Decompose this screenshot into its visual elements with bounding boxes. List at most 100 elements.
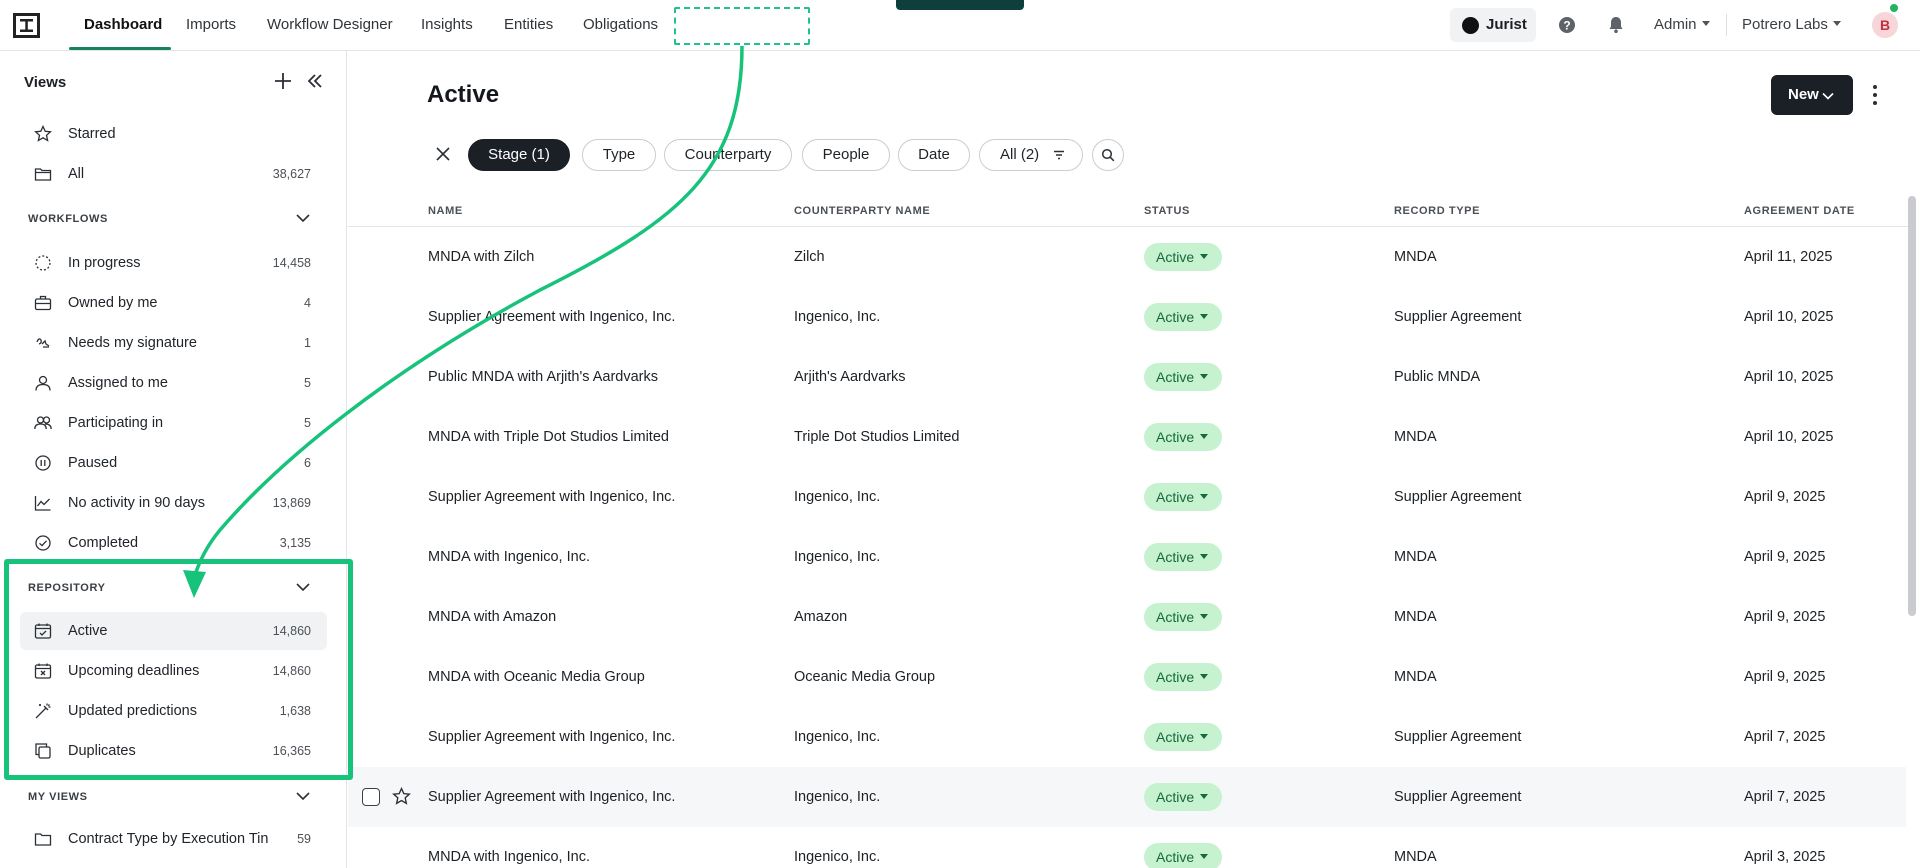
org-switcher[interactable]: Potrero Labs xyxy=(1742,0,1841,50)
new-button[interactable]: New xyxy=(1771,75,1853,115)
table-row[interactable]: Public MNDA with Arjith's Aardvarks Arjit… xyxy=(348,347,1906,407)
cell-name[interactable]: MNDA with Zilch xyxy=(428,227,534,287)
status-label: Active xyxy=(1156,669,1195,685)
tab-workflow-designer[interactable]: Workflow Designer xyxy=(267,0,393,50)
admin-menu[interactable]: Admin xyxy=(1654,0,1710,50)
sidebar-item-no-activity[interactable]: No activity in 90 days 13,869 xyxy=(20,484,327,522)
row-checkbox[interactable] xyxy=(362,788,380,806)
sidebar-item-contract-type-view[interactable]: Contract Type by Execution Tin 59 xyxy=(20,820,327,858)
chevron-down-icon[interactable] xyxy=(294,209,312,227)
workflows-section-title: WORKFLOWS xyxy=(28,213,108,225)
filter-chip-all[interactable]: All (2) xyxy=(979,139,1083,171)
star-icon[interactable] xyxy=(392,787,411,806)
status-badge[interactable]: Active xyxy=(1144,663,1222,691)
chevron-down-icon[interactable] xyxy=(294,787,312,805)
status-badge[interactable]: Active xyxy=(1144,603,1222,631)
filter-chip-type[interactable]: Type xyxy=(582,139,656,171)
org-label: Potrero Labs xyxy=(1742,16,1828,33)
table-row[interactable]: Supplier Agreement with Ingenico, Inc. In… xyxy=(348,707,1906,767)
sidebar-item-completed[interactable]: Completed 3,135 xyxy=(20,524,327,562)
search-icon xyxy=(1101,148,1115,162)
status-badge[interactable]: Active xyxy=(1144,483,1222,511)
search-button[interactable] xyxy=(1092,139,1124,171)
cell-name[interactable]: Supplier Agreement with Ingenico, Inc. xyxy=(428,467,675,527)
chart-line-icon xyxy=(34,496,51,511)
column-header-status[interactable]: STATUS xyxy=(1144,205,1190,217)
jurist-button[interactable]: Jurist xyxy=(1450,8,1536,42)
cell-name[interactable]: Public MNDA with Arjith's Aardvarks xyxy=(428,347,658,407)
cell-name[interactable]: MNDA with Amazon xyxy=(428,587,556,647)
cell-agreement-date: April 10, 2025 xyxy=(1744,369,1834,385)
filter-chip-stage[interactable]: Stage (1) xyxy=(468,139,570,171)
column-header-record-type[interactable]: RECORD TYPE xyxy=(1394,205,1480,217)
table-row[interactable]: Supplier Agreement with Ingenico, Inc. In… xyxy=(348,467,1906,527)
cell-name[interactable]: MNDA with Ingenico, Inc. xyxy=(428,827,590,868)
table-row[interactable]: Supplier Agreement with Ingenico, Inc. In… xyxy=(348,767,1906,827)
status-badge[interactable]: Active xyxy=(1144,303,1222,331)
cell-name[interactable]: MNDA with Oceanic Media Group xyxy=(428,647,645,707)
filter-chip-all-label: All (2) xyxy=(1000,146,1040,163)
cell-name[interactable]: MNDA with Ingenico, Inc. xyxy=(428,527,590,587)
tab-imports[interactable]: Imports xyxy=(186,0,236,50)
sidebar-item-assigned-to-me[interactable]: Assigned to me 5 xyxy=(20,364,327,402)
help-icon[interactable]: ? xyxy=(1557,15,1577,35)
tab-entities[interactable]: Entities xyxy=(504,0,553,50)
status-label: Active xyxy=(1156,729,1195,745)
cell-name[interactable]: MNDA with Triple Dot Studios Limited xyxy=(428,407,669,467)
more-options-icon[interactable] xyxy=(1866,82,1884,108)
status-badge[interactable]: Active xyxy=(1144,423,1222,451)
collapse-sidebar-icon[interactable] xyxy=(303,69,327,93)
views-title: Views xyxy=(24,74,67,91)
sidebar-item-label: Participating in xyxy=(68,415,164,431)
sidebar-item-owned-by-me[interactable]: Owned by me 4 xyxy=(20,284,327,322)
filter-chip-counterparty[interactable]: Counterparty xyxy=(664,139,792,171)
table-row[interactable]: MNDA with Triple Dot Studios Limited Trip… xyxy=(348,407,1906,467)
cell-agreement-date: April 7, 2025 xyxy=(1744,789,1826,805)
cell-name[interactable]: Supplier Agreement with Ingenico, Inc. xyxy=(428,287,675,347)
status-badge[interactable]: Active xyxy=(1144,243,1222,271)
sidebar-item-in-progress[interactable]: In progress 14,458 xyxy=(20,244,327,282)
sidebar-item-all[interactable]: All 38,627 xyxy=(20,155,327,193)
tab-dashboard[interactable]: Dashboard xyxy=(84,0,162,50)
cell-agreement-date: April 3, 2025 xyxy=(1744,849,1826,865)
cell-record-type: MNDA xyxy=(1394,609,1437,625)
status-badge[interactable]: Active xyxy=(1144,363,1222,391)
status-badge[interactable]: Active xyxy=(1144,783,1222,811)
tab-obligations[interactable]: Obligations xyxy=(583,0,658,50)
filter-chip-date[interactable]: Date xyxy=(898,139,970,171)
sidebar-item-label: Contract Type by Execution Tin xyxy=(68,831,269,847)
sidebar-item-participating-in[interactable]: Participating in 5 xyxy=(20,404,327,442)
column-header-name[interactable]: NAME xyxy=(428,205,463,217)
table-row[interactable]: MNDA with Amazon Amazon Active MNDA April 9,… xyxy=(348,587,1906,647)
bell-icon[interactable] xyxy=(1606,15,1626,35)
sidebar-item-needs-my-signature[interactable]: Needs my signature 1 xyxy=(20,324,327,362)
status-badge[interactable]: Active xyxy=(1144,723,1222,751)
cell-counterparty: Ingenico, Inc. xyxy=(794,309,881,325)
table-row[interactable]: MNDA with Ingenico, Inc. Ingenico, Inc. Ac… xyxy=(348,527,1906,587)
table-row[interactable]: MNDA with Oceanic Media Group Oceanic Med… xyxy=(348,647,1906,707)
sidebar-item-starred[interactable]: Starred xyxy=(20,115,327,153)
column-header-agreement-date[interactable]: AGREEMENT DATE xyxy=(1744,205,1855,217)
clear-filters-icon[interactable] xyxy=(432,143,454,165)
sidebar-item-paused[interactable]: Paused 6 xyxy=(20,444,327,482)
table-row[interactable]: MNDA with Ingenico, Inc. Ingenico, Inc. Ac… xyxy=(348,827,1906,868)
sidebar-item-count: 13,869 xyxy=(272,496,311,510)
app-logo-icon[interactable] xyxy=(12,11,41,40)
chevron-down-icon xyxy=(1822,92,1834,100)
cell-record-type: Public MNDA xyxy=(1394,369,1481,385)
status-badge[interactable]: Active xyxy=(1144,843,1222,868)
avatar[interactable]: B xyxy=(1872,12,1898,38)
cell-record-type: MNDA xyxy=(1394,549,1437,565)
filter-chip-people[interactable]: People xyxy=(802,139,890,171)
cell-name[interactable]: Supplier Agreement with Ingenico, Inc. xyxy=(428,707,675,767)
table-row[interactable]: MNDA with Zilch Zilch Active MNDA April 11, … xyxy=(348,227,1906,287)
table-scrollbar[interactable] xyxy=(1908,196,1916,616)
online-status-dot xyxy=(1890,4,1898,12)
column-header-counterparty[interactable]: COUNTERPARTY NAME xyxy=(794,205,930,217)
sidebar-item-count: 59 xyxy=(297,832,311,846)
table-row[interactable]: Supplier Agreement with Ingenico, Inc. In… xyxy=(348,287,1906,347)
add-view-icon[interactable] xyxy=(271,69,295,93)
status-badge[interactable]: Active xyxy=(1144,543,1222,571)
tab-insights[interactable]: Insights xyxy=(421,0,473,50)
cell-name[interactable]: Supplier Agreement with Ingenico, Inc. xyxy=(428,767,675,827)
